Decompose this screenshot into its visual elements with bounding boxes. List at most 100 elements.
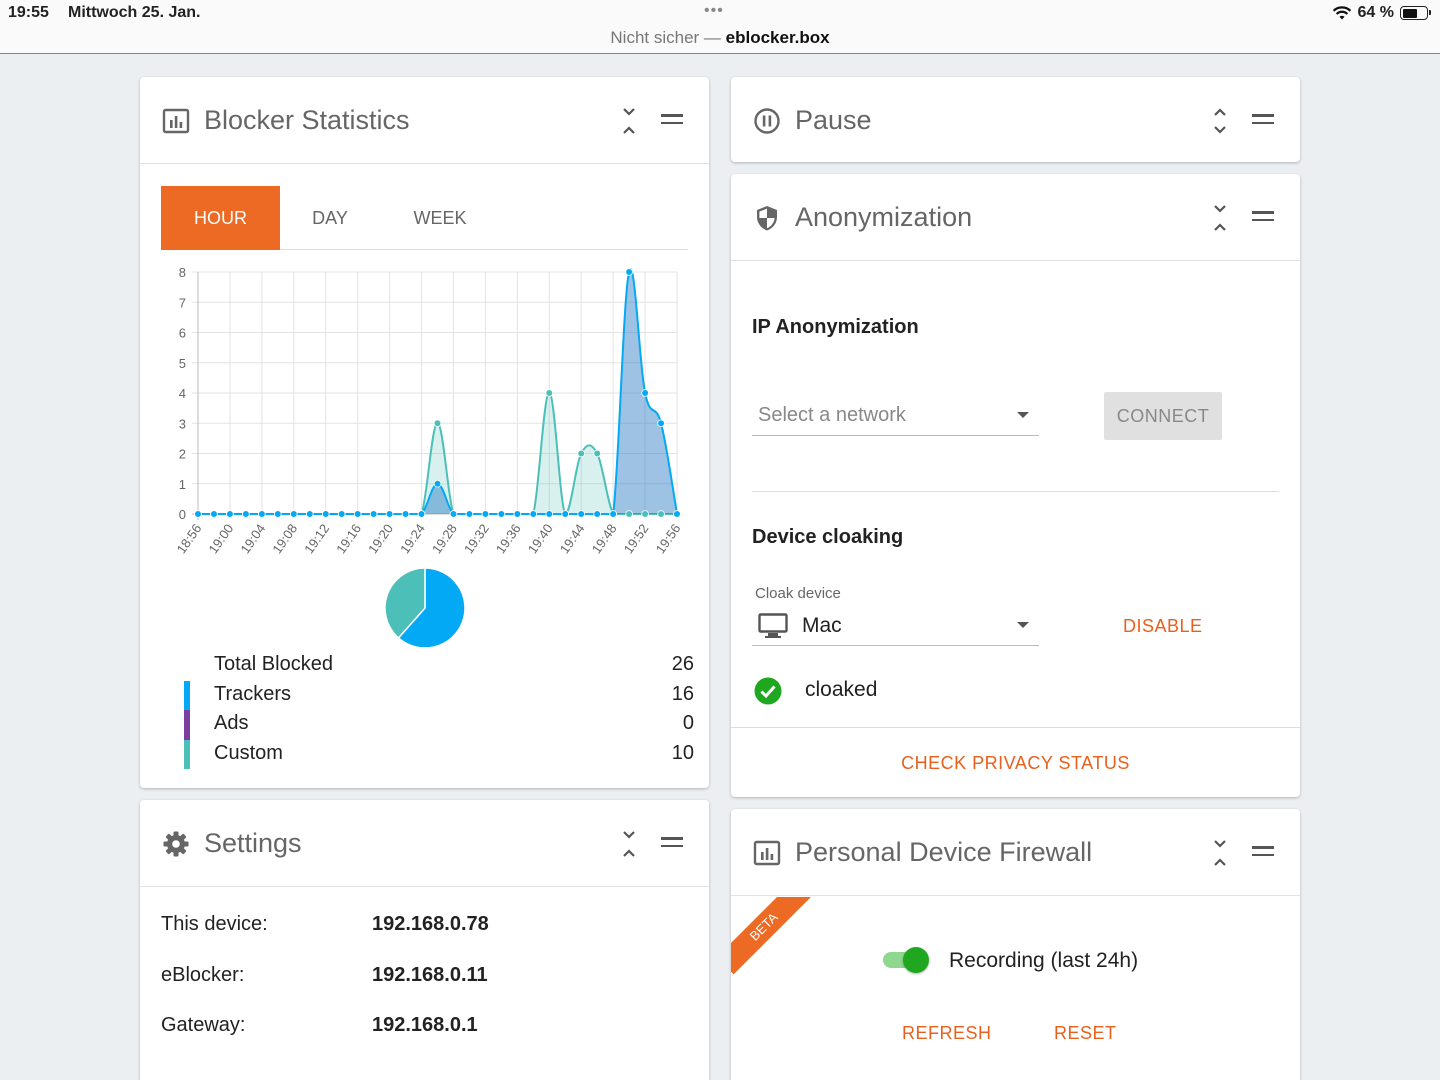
data-point: [593, 449, 601, 458]
y-tick-label: 1: [179, 477, 186, 492]
card-title: Anonymization: [795, 202, 973, 232]
data-point: [593, 510, 601, 518]
legend-label: Ads: [214, 712, 249, 734]
x-tick-label: 19:52: [621, 521, 652, 556]
legend-row-ads: Ads 0: [184, 710, 694, 740]
network-select[interactable]: Select a network: [752, 392, 1039, 436]
check-circle-icon: [754, 677, 782, 705]
data-point: [274, 510, 282, 518]
card-title: Pause: [795, 105, 872, 135]
disable-button[interactable]: DISABLE: [1123, 616, 1203, 637]
data-point: [433, 419, 442, 428]
bar-chart-icon: [162, 108, 190, 134]
cloak-device-select[interactable]: Mac: [752, 602, 1039, 646]
anonymization-card: Anonymization IP Anonymization Select a …: [731, 174, 1300, 797]
legend-value: 0: [682, 712, 694, 734]
card-header: Pause: [731, 77, 1300, 162]
tab-week[interactable]: WEEK: [380, 186, 500, 250]
collapse-icon[interactable]: [621, 830, 637, 858]
cloak-status: cloaked: [805, 678, 878, 701]
this-device-ip: 192.168.0.78: [372, 913, 489, 935]
data-point: [353, 510, 362, 518]
x-tick-label: 19:24: [397, 521, 428, 556]
chevron-down-icon: [1017, 412, 1029, 418]
battery-percent: 64 %: [1357, 4, 1394, 21]
data-point: [577, 510, 586, 518]
data-point: [625, 268, 633, 276]
data-point: [433, 479, 442, 488]
expand-icon[interactable]: [1212, 107, 1228, 135]
connect-button[interactable]: CONNECT: [1104, 392, 1222, 440]
data-point: [497, 510, 506, 518]
data-point: [369, 510, 378, 518]
eblocker-label: eBlocker:: [161, 964, 245, 986]
blocker-legend: Total Blocked 26 Trackers 16 Ads 0 Custo…: [184, 651, 694, 769]
reset-button[interactable]: RESET: [1054, 1023, 1117, 1044]
tab-hour[interactable]: HOUR: [161, 186, 280, 250]
data-point: [210, 510, 218, 518]
collapse-icon[interactable]: [621, 107, 637, 135]
gateway-ip: 192.168.0.1: [372, 1014, 478, 1036]
cloak-device-value: Mac: [802, 614, 842, 637]
data-point: [305, 510, 314, 518]
x-tick-label: 18:56: [174, 521, 205, 556]
recording-toggle[interactable]: [881, 947, 929, 973]
drag-handle-icon[interactable]: [1252, 846, 1274, 858]
wifi-icon: [1332, 6, 1351, 20]
pause-card: Pause: [731, 77, 1300, 162]
drag-handle-icon[interactable]: [1252, 211, 1274, 223]
y-tick-label: 3: [179, 416, 186, 431]
browser-status-bar: 19:55 Mittwoch 25. Jan. ••• Nicht sicher…: [0, 0, 1440, 54]
y-tick-label: 8: [179, 265, 186, 280]
security-label: Nicht sicher —: [610, 28, 726, 47]
refresh-button[interactable]: REFRESH: [902, 1023, 992, 1044]
host-label: eblocker.box: [725, 28, 830, 47]
data-point: [641, 389, 649, 397]
data-point: [385, 510, 394, 518]
more-dots-icon[interactable]: •••: [704, 2, 724, 20]
legend-swatch: [184, 651, 190, 681]
pause-icon: [754, 108, 780, 134]
legend-row-custom: Custom 10: [184, 739, 694, 769]
collapse-icon[interactable]: [1212, 839, 1228, 867]
y-tick-label: 7: [179, 295, 186, 310]
x-tick-label: 19:00: [205, 521, 236, 556]
data-point: [481, 510, 490, 518]
x-tick-label: 19:28: [429, 521, 460, 556]
x-tick-label: 19:20: [365, 521, 396, 556]
x-tick-label: 19:36: [493, 521, 524, 556]
eblocker-ip: 192.168.0.11: [372, 964, 488, 986]
card-title: Blocker Statistics: [204, 105, 410, 135]
drag-handle-icon[interactable]: [661, 114, 683, 126]
legend-row-trackers: Trackers 16: [184, 680, 694, 710]
x-tick-label: 19:08: [269, 521, 300, 556]
data-point: [194, 510, 202, 518]
y-tick-label: 4: [179, 386, 186, 401]
x-tick-label: 19:04: [237, 521, 268, 556]
legend-value: 16: [671, 682, 694, 705]
card-header: Anonymization: [731, 174, 1300, 261]
legend-label: Trackers: [214, 682, 292, 705]
legend-label: Custom: [214, 741, 283, 764]
gateway-label: Gateway:: [161, 1014, 246, 1036]
tab-day[interactable]: DAY: [280, 186, 380, 250]
data-point: [513, 510, 522, 518]
chevron-down-icon: [1017, 622, 1029, 628]
card-title: Personal Device Firewall: [795, 837, 1093, 867]
recording-label: Recording (last 24h): [949, 949, 1139, 972]
x-tick-label: 19:56: [653, 521, 684, 556]
data-point: [657, 510, 665, 518]
bar-chart-icon: [753, 840, 781, 866]
this-device-label: This device:: [161, 913, 268, 935]
battery-icon: [1400, 6, 1431, 20]
card-header: Blocker Statistics: [140, 77, 709, 164]
collapse-icon[interactable]: [1212, 204, 1228, 232]
drag-handle-icon[interactable]: [1252, 114, 1274, 126]
address-bar[interactable]: Nicht sicher — eblocker.box: [0, 28, 1440, 48]
legend-label: Total Blocked: [214, 653, 333, 675]
drag-handle-icon[interactable]: [661, 837, 683, 849]
firewall-card: Personal Device Firewall BETA Recording …: [731, 809, 1300, 1080]
data-point: [673, 510, 681, 518]
x-tick-label: 19:32: [461, 521, 492, 556]
check-privacy-status-button[interactable]: CHECK PRIVACY STATUS: [731, 753, 1300, 774]
